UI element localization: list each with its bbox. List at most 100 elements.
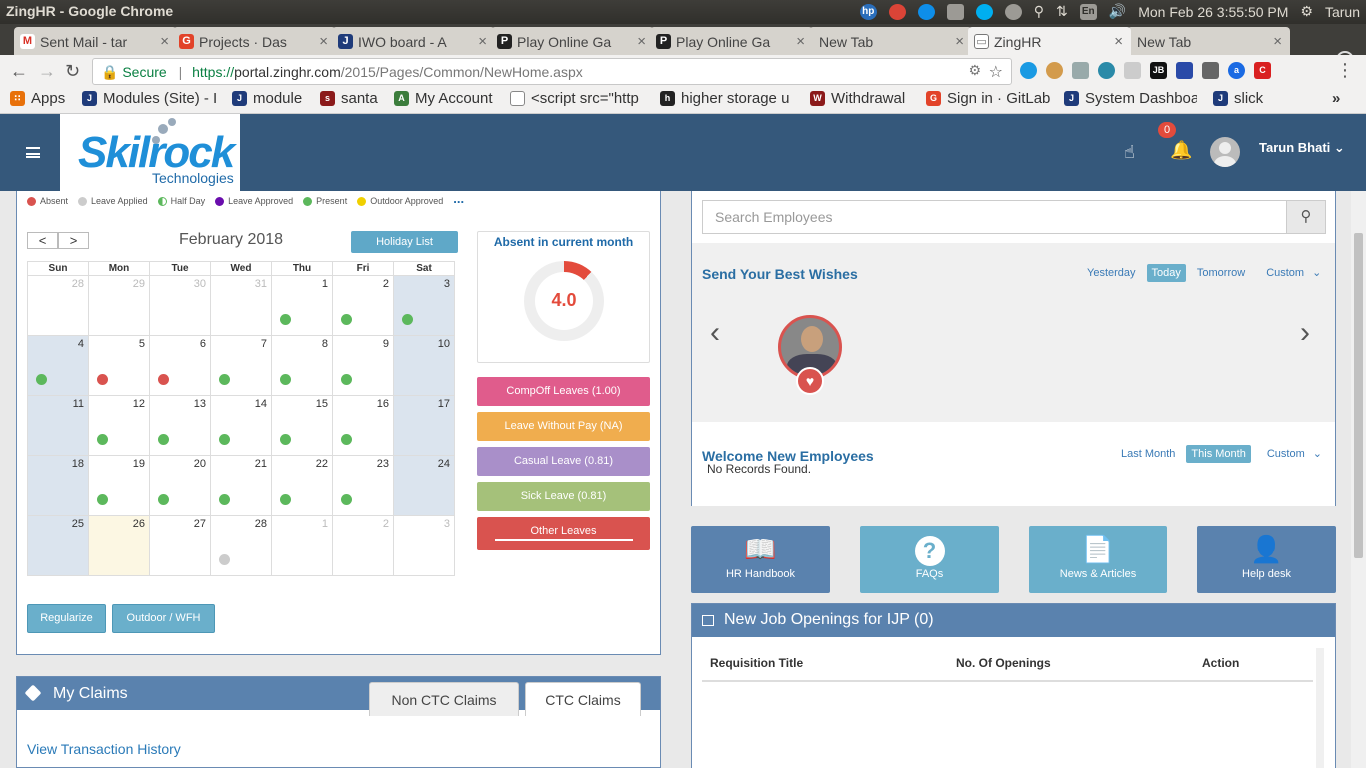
- calendar-day[interactable]: 27: [149, 515, 211, 576]
- back-icon[interactable]: ←: [10, 61, 28, 82]
- tab-non-ctc-claims[interactable]: Non CTC Claims: [369, 682, 519, 716]
- view-transaction-history-link[interactable]: View Transaction History: [27, 741, 181, 757]
- calendar-day[interactable]: 4: [27, 335, 89, 396]
- calendar-day[interactable]: 19: [88, 455, 150, 516]
- regularize-button[interactable]: Regularize: [27, 604, 106, 633]
- search-icon[interactable]: ⚲: [1034, 3, 1044, 20]
- calendar-day[interactable]: 16: [332, 395, 394, 456]
- bookmark-item[interactable]: Jslick: [1213, 90, 1263, 107]
- bookmark-item[interactable]: <script src="http: [510, 90, 643, 107]
- company-logo[interactable]: Skilrock Technologies: [60, 114, 240, 192]
- calendar-day[interactable]: 3: [393, 515, 455, 576]
- help-desk-button[interactable]: 👤 Help desk: [1197, 526, 1336, 593]
- shield-icon[interactable]: [1124, 62, 1141, 79]
- address-bar[interactable]: 🔒 Secure | https://portal.zinghr.com/201…: [92, 58, 1012, 85]
- casual-leave-button[interactable]: Casual Leave (0.81): [477, 447, 650, 476]
- search-employees-input[interactable]: Search Employees: [702, 200, 1287, 234]
- holiday-list-button[interactable]: Holiday List: [351, 231, 458, 253]
- calendar-day[interactable]: 3: [393, 275, 455, 336]
- page-scrollbar[interactable]: [1351, 191, 1366, 768]
- filter-custom[interactable]: Custom ⌄: [1257, 444, 1327, 463]
- calendar-day[interactable]: 18: [27, 455, 89, 516]
- close-icon[interactable]: ×: [160, 33, 169, 50]
- calendar-day[interactable]: 31: [210, 275, 272, 336]
- calendar-day[interactable]: 20: [149, 455, 211, 516]
- calendar-day[interactable]: 15: [271, 395, 333, 456]
- filter-this-month[interactable]: This Month: [1186, 444, 1251, 463]
- search-icon[interactable]: ⚲: [1286, 200, 1326, 234]
- calendar-day[interactable]: 11: [27, 395, 89, 456]
- extension-icon[interactable]: [1098, 62, 1115, 79]
- close-icon[interactable]: ×: [478, 33, 487, 50]
- news-articles-button[interactable]: 📄 News & Articles: [1029, 526, 1167, 593]
- jetbrains-icon[interactable]: JB: [1150, 62, 1167, 79]
- calendar-day[interactable]: 5: [88, 335, 150, 396]
- language-indicator[interactable]: En: [1079, 3, 1097, 20]
- close-icon[interactable]: ×: [319, 33, 328, 50]
- bell-icon[interactable]: 🔔: [1170, 140, 1192, 161]
- clipboard-icon[interactable]: [946, 3, 964, 20]
- tab-5[interactable]: New Tab ×: [809, 27, 972, 55]
- filter-today[interactable]: Today: [1146, 263, 1186, 282]
- shield-icon[interactable]: [1072, 62, 1089, 79]
- carousel-next-icon[interactable]: ›: [1300, 316, 1310, 350]
- heart-icon[interactable]: ♥: [796, 367, 824, 395]
- sick-leave-button[interactable]: Sick Leave (0.81): [477, 482, 650, 511]
- avatar[interactable]: [1210, 137, 1240, 167]
- col-action[interactable]: Action: [1202, 656, 1239, 670]
- hr-handbook-button[interactable]: 📖 HR Handbook: [691, 526, 830, 593]
- leave-without-pay-button[interactable]: Leave Without Pay (NA): [477, 412, 650, 441]
- user-menu[interactable]: Tarun Bhati ⌄: [1259, 140, 1345, 156]
- skype-icon[interactable]: [975, 3, 993, 20]
- more-bookmarks-icon[interactable]: »: [1332, 90, 1340, 107]
- extension-icon[interactable]: a: [1228, 62, 1245, 79]
- close-icon[interactable]: ×: [955, 33, 964, 50]
- extension-icon[interactable]: [1020, 62, 1037, 79]
- tab-ctc-claims[interactable]: CTC Claims: [525, 682, 641, 716]
- bookmark-item[interactable]: A My Account: [394, 90, 493, 107]
- calendar-day[interactable]: 26: [88, 515, 150, 576]
- table-scrollbar[interactable]: [1316, 648, 1324, 768]
- col-no-of-openings[interactable]: No. Of Openings: [956, 656, 1051, 670]
- calendar-day[interactable]: 2: [332, 515, 394, 576]
- tab-0[interactable]: M Sent Mail - tar ×: [14, 27, 177, 55]
- gear-icon[interactable]: ⚙: [1300, 3, 1313, 20]
- calendar-day[interactable]: 1: [271, 515, 333, 576]
- calendar-day[interactable]: 28: [27, 275, 89, 336]
- filter-custom[interactable]: Custom ⌄: [1256, 263, 1326, 282]
- calendar-day[interactable]: 14: [210, 395, 272, 456]
- teamviewer-icon[interactable]: [917, 3, 935, 20]
- faqs-button[interactable]: ? FAQs: [860, 526, 999, 593]
- camera-icon[interactable]: [1202, 62, 1219, 79]
- forward-icon[interactable]: →: [38, 61, 56, 82]
- calendar-day[interactable]: 30: [149, 275, 211, 336]
- star-icon[interactable]: ☆: [989, 62, 1003, 82]
- next-month-button[interactable]: >: [58, 232, 89, 249]
- calendar-day[interactable]: 10: [393, 335, 455, 396]
- session-user[interactable]: Tarun: [1325, 4, 1360, 20]
- bookmark-apps[interactable]: ∷ Apps: [10, 90, 65, 107]
- calendar-day[interactable]: 9: [332, 335, 394, 396]
- hamburger-icon[interactable]: [26, 147, 40, 158]
- carousel-prev-icon[interactable]: ‹: [710, 316, 720, 350]
- scrollbar-thumb[interactable]: [1354, 233, 1363, 558]
- close-icon[interactable]: ×: [637, 33, 646, 50]
- legend-more[interactable]: ...: [453, 191, 464, 206]
- bookmark-item[interactable]: W Withdrawal: [810, 90, 905, 107]
- extension-icon[interactable]: [1176, 62, 1193, 79]
- calendar-day[interactable]: 21: [210, 455, 272, 516]
- tab-1[interactable]: G Projects · Das ×: [173, 27, 336, 55]
- update-icon[interactable]: [1004, 3, 1022, 20]
- bookmark-item[interactable]: h higher storage u: [660, 90, 793, 107]
- calendar-day[interactable]: 23: [332, 455, 394, 516]
- menu-icon[interactable]: ⋮: [1336, 60, 1354, 81]
- calendar-day[interactable]: 17: [393, 395, 455, 456]
- close-icon[interactable]: ×: [796, 33, 805, 50]
- close-icon[interactable]: ×: [1114, 33, 1123, 50]
- translate-icon[interactable]: ⚙: [968, 62, 981, 79]
- col-requisition-title[interactable]: Requisition Title: [710, 656, 803, 670]
- calendar-day[interactable]: 12: [88, 395, 150, 456]
- bookmark-item[interactable]: J System Dashboa: [1064, 90, 1197, 107]
- tab-3[interactable]: P Play Online Ga ×: [491, 27, 654, 55]
- calendar-day[interactable]: 29: [88, 275, 150, 336]
